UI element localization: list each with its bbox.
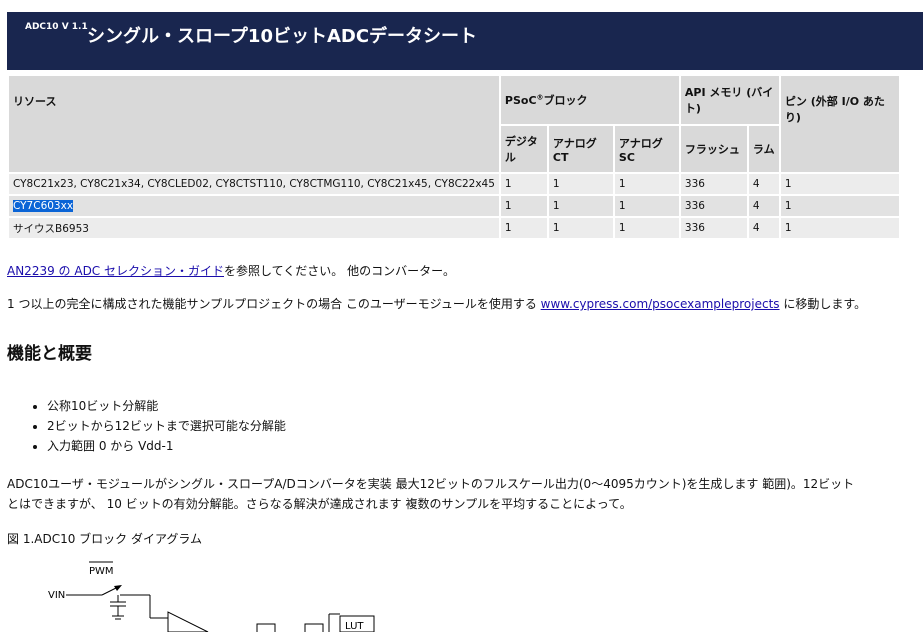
header-banner: ADC10 V 1.1 シングル・スロープ10ビットADCデータシート (7, 12, 923, 70)
vin-label: VIN (48, 590, 65, 601)
an2239-link[interactable]: AN2239 の ADC セレクション・ガイド (7, 264, 224, 278)
paragraph-line: とはできますが、 10 ビットの有効分解能。さらなる解決が達成されます 複数のサ… (7, 497, 632, 511)
cell-ram: 4 (748, 196, 779, 216)
col-ram: ラム (748, 126, 779, 172)
cell-digital: 1 (500, 196, 547, 216)
cell-ram: 4 (748, 174, 779, 194)
lut-label: LUT (345, 621, 364, 632)
version-label: ADC10 V 1.1 (25, 22, 88, 32)
cell-flash: 336 (680, 174, 747, 194)
cell-analog-ct: 1 (548, 174, 613, 194)
cell-pins: 1 (780, 218, 899, 238)
logic-block (256, 623, 276, 632)
paragraph-line: ADC10ユーザ・モジュールがシングル・スロープA/Dコンバータを実装 最大12… (7, 477, 855, 491)
figure-caption: 図 1.ADC10 ブロック ダイアグラム (7, 532, 203, 546)
example-projects-link[interactable]: www.cypress.com/psocexampleprojects (541, 297, 780, 311)
cell-digital: 1 (500, 218, 547, 238)
cell-analog-sc: 1 (614, 218, 679, 238)
col-api-memory: API メモリ (バイト) (680, 76, 779, 124)
cell-resource: サイウスB6953 (9, 218, 499, 238)
table-row: CY8C21x23, CY8C21x34, CY8CLED02, CY8CTST… (9, 174, 899, 194)
col-resource: リソース (9, 76, 499, 172)
pwm-label: PWM (89, 566, 114, 577)
comparator-icon (167, 611, 209, 632)
resource-table: リソース PSoC®ブロック API メモリ (バイト) ピン (外部 I/O … (7, 74, 901, 240)
cell-digital: 1 (500, 174, 547, 194)
list-item: 2ビットから12ビットまで選択可能な分解能 (47, 416, 286, 436)
selection-guide-paragraph: AN2239 の ADC セレクション・ガイドを参照してください。 他のコンバー… (7, 262, 455, 279)
cell-resource[interactable]: CY7C603xx (9, 196, 499, 216)
paragraph-text: を参照してください。 他のコンバーター。 (224, 264, 455, 278)
table-row: サイウスB6953 1 1 1 336 4 1 (9, 218, 899, 238)
page-title: シングル・スロープ10ビットADCデータシート (87, 26, 478, 47)
col-flash: フラッシュ (680, 126, 747, 172)
list-item: 公称10ビット分解能 (47, 396, 286, 416)
cell-flash: 336 (680, 218, 747, 238)
cell-analog-ct: 1 (548, 196, 613, 216)
col-psoc-blocks: PSoC®ブロック (500, 76, 679, 124)
selected-text[interactable]: CY7C603xx (13, 200, 74, 212)
cell-analog-sc: 1 (614, 174, 679, 194)
feature-list: 公称10ビット分解能 2ビットから12ビットまで選択可能な分解能 入力範囲 0 … (27, 396, 286, 456)
block-diagram: PWM VIN LUT (48, 561, 375, 632)
col-analog-sc: アナログSC (614, 126, 679, 172)
example-projects-paragraph: 1 つ以上の完全に構成された機能サンプルプロジェクトの場合 このユーザーモジュー… (7, 295, 866, 312)
overview-paragraph: ADC10ユーザ・モジュールがシングル・スロープA/Dコンバータを実装 最大12… (7, 474, 854, 514)
cell-pins: 1 (780, 174, 899, 194)
col-pins: ピン (外部 I/O あたり) (780, 76, 899, 172)
section-heading: 機能と概要 (7, 344, 92, 364)
paragraph-text: 1 つ以上の完全に構成された機能サンプルプロジェクトの場合 このユーザーモジュー… (7, 297, 541, 311)
cell-flash: 336 (680, 196, 747, 216)
col-digital: デジタル (500, 126, 547, 172)
col-analog-ct: アナログCT (548, 126, 613, 172)
cell-analog-sc: 1 (614, 196, 679, 216)
cell-analog-ct: 1 (548, 218, 613, 238)
logic-block (304, 623, 324, 632)
table-row: CY7C603xx 1 1 1 336 4 1 (9, 196, 899, 216)
cell-ram: 4 (748, 218, 779, 238)
cell-pins: 1 (780, 196, 899, 216)
list-item: 入力範囲 0 から Vdd-1 (47, 436, 286, 456)
cell-resource: CY8C21x23, CY8C21x34, CY8CLED02, CY8CTST… (9, 174, 499, 194)
paragraph-text: に移動します。 (779, 297, 867, 311)
